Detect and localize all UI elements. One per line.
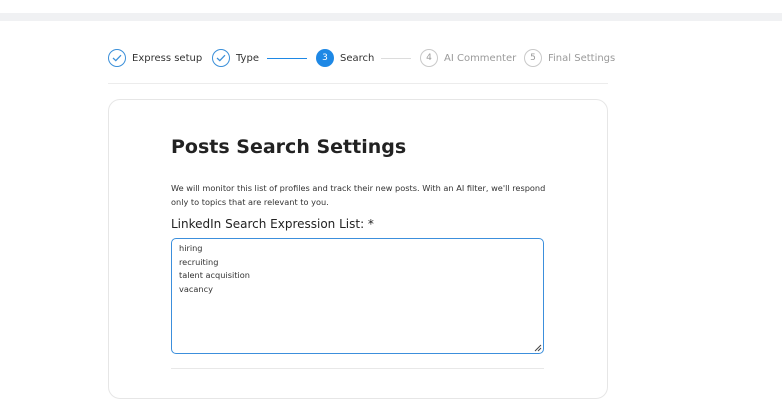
step-connector (267, 58, 307, 60)
search-expression-label: LinkedIn Search Expression List: * (171, 217, 374, 231)
expression-line: hiring (179, 243, 203, 253)
step-label: Type (236, 52, 259, 64)
expression-line: recruiting (179, 256, 219, 267)
check-icon (108, 49, 126, 67)
step-type[interactable]: Type (212, 48, 259, 68)
expression-line: vacancy (179, 283, 213, 294)
step-label: Final Settings (548, 52, 616, 64)
top-bar (0, 13, 782, 21)
step-label: AI Commenter (444, 52, 517, 64)
resize-handle-icon[interactable] (532, 342, 542, 352)
step-label: Express setup (132, 52, 203, 64)
step-number-badge: 4 (420, 49, 438, 67)
step-ai-commenter[interactable]: 4 AI Commenter (420, 48, 516, 68)
step-final-settings[interactable]: 5 Final Settings (524, 48, 615, 68)
step-express-setup[interactable]: Express setup (108, 48, 202, 68)
check-icon (212, 49, 230, 67)
search-expression-textarea[interactable]: hiring recruiting talent acquisition vac… (171, 238, 544, 354)
step-number-badge: 5 (524, 49, 542, 67)
step-number-badge: 3 (316, 49, 334, 67)
form-description: We will monitor this list of profiles an… (171, 183, 546, 207)
step-label: Search (340, 52, 375, 64)
section-divider (171, 368, 544, 369)
step-connector (381, 58, 411, 59)
step-search[interactable]: 3 Search (316, 48, 374, 68)
expression-line: talent acquisition (179, 270, 250, 280)
page-title: Posts Search Settings (171, 136, 407, 158)
stepper-divider (108, 83, 608, 84)
